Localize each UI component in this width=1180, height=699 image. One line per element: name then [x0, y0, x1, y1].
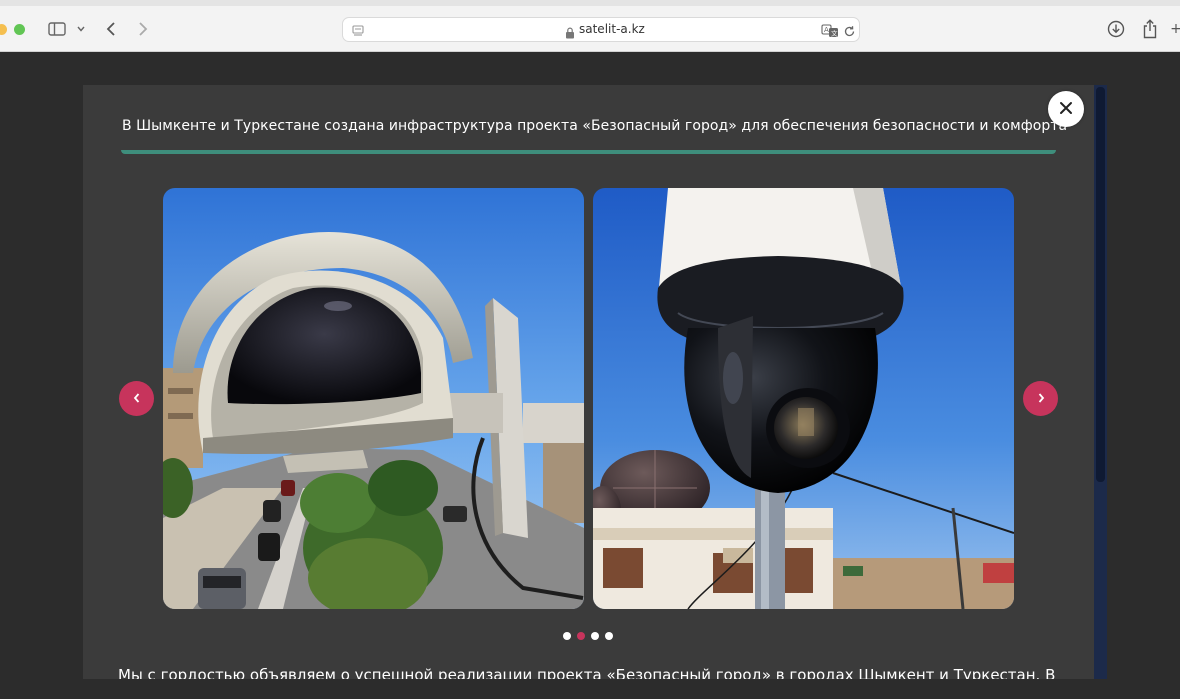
minimize-window-button[interactable] [0, 24, 7, 35]
carousel-dot-3[interactable] [591, 632, 599, 640]
site-settings-icon[interactable] [351, 23, 365, 42]
close-icon [1059, 100, 1073, 119]
carousel-prev-button[interactable] [119, 381, 154, 416]
sidebar-icon[interactable] [46, 17, 68, 41]
carousel-dot-1[interactable] [563, 632, 571, 640]
dome-ptz-camera-photo [593, 188, 1014, 609]
share-icon[interactable] [1140, 17, 1160, 41]
browser-toolbar: satelit-a.kz A文 + [0, 0, 1180, 52]
back-icon[interactable] [102, 17, 120, 41]
carousel-dot-4[interactable] [605, 632, 613, 640]
fullscreen-window-button[interactable] [14, 24, 25, 35]
download-icon[interactable] [1106, 17, 1126, 41]
reload-icon[interactable] [843, 23, 856, 42]
new-tab-icon[interactable]: + [1170, 17, 1180, 41]
page-bottom-edge [0, 679, 1180, 699]
chevron-left-icon [132, 389, 142, 408]
chevron-down-icon[interactable] [74, 17, 88, 41]
close-button[interactable] [1048, 91, 1084, 127]
scrollbar-thumb[interactable] [1096, 87, 1105, 482]
carousel-slide-2[interactable] [593, 188, 1014, 609]
window-top-edge [0, 0, 1180, 6]
modal-title: В Шымкенте и Туркестане создана инфрастр… [122, 118, 1068, 134]
lock-icon [565, 24, 575, 43]
svg-text:A: A [824, 26, 829, 34]
title-underline [121, 150, 1056, 154]
carousel-slide-1[interactable] [163, 188, 584, 609]
security-camera-housing-photo [163, 188, 584, 609]
carousel-dot-2[interactable] [577, 632, 585, 640]
address-bar[interactable]: satelit-a.kz A文 [342, 17, 860, 42]
url-text[interactable]: satelit-a.kz [579, 22, 645, 36]
translate-icon[interactable]: A文 [821, 23, 839, 42]
svg-text:文: 文 [831, 28, 838, 37]
chevron-right-icon [1036, 389, 1046, 408]
carousel-pagination [563, 632, 613, 640]
carousel-next-button[interactable] [1023, 381, 1058, 416]
modal-scrollbar[interactable] [1094, 85, 1107, 679]
forward-icon[interactable] [134, 17, 152, 41]
